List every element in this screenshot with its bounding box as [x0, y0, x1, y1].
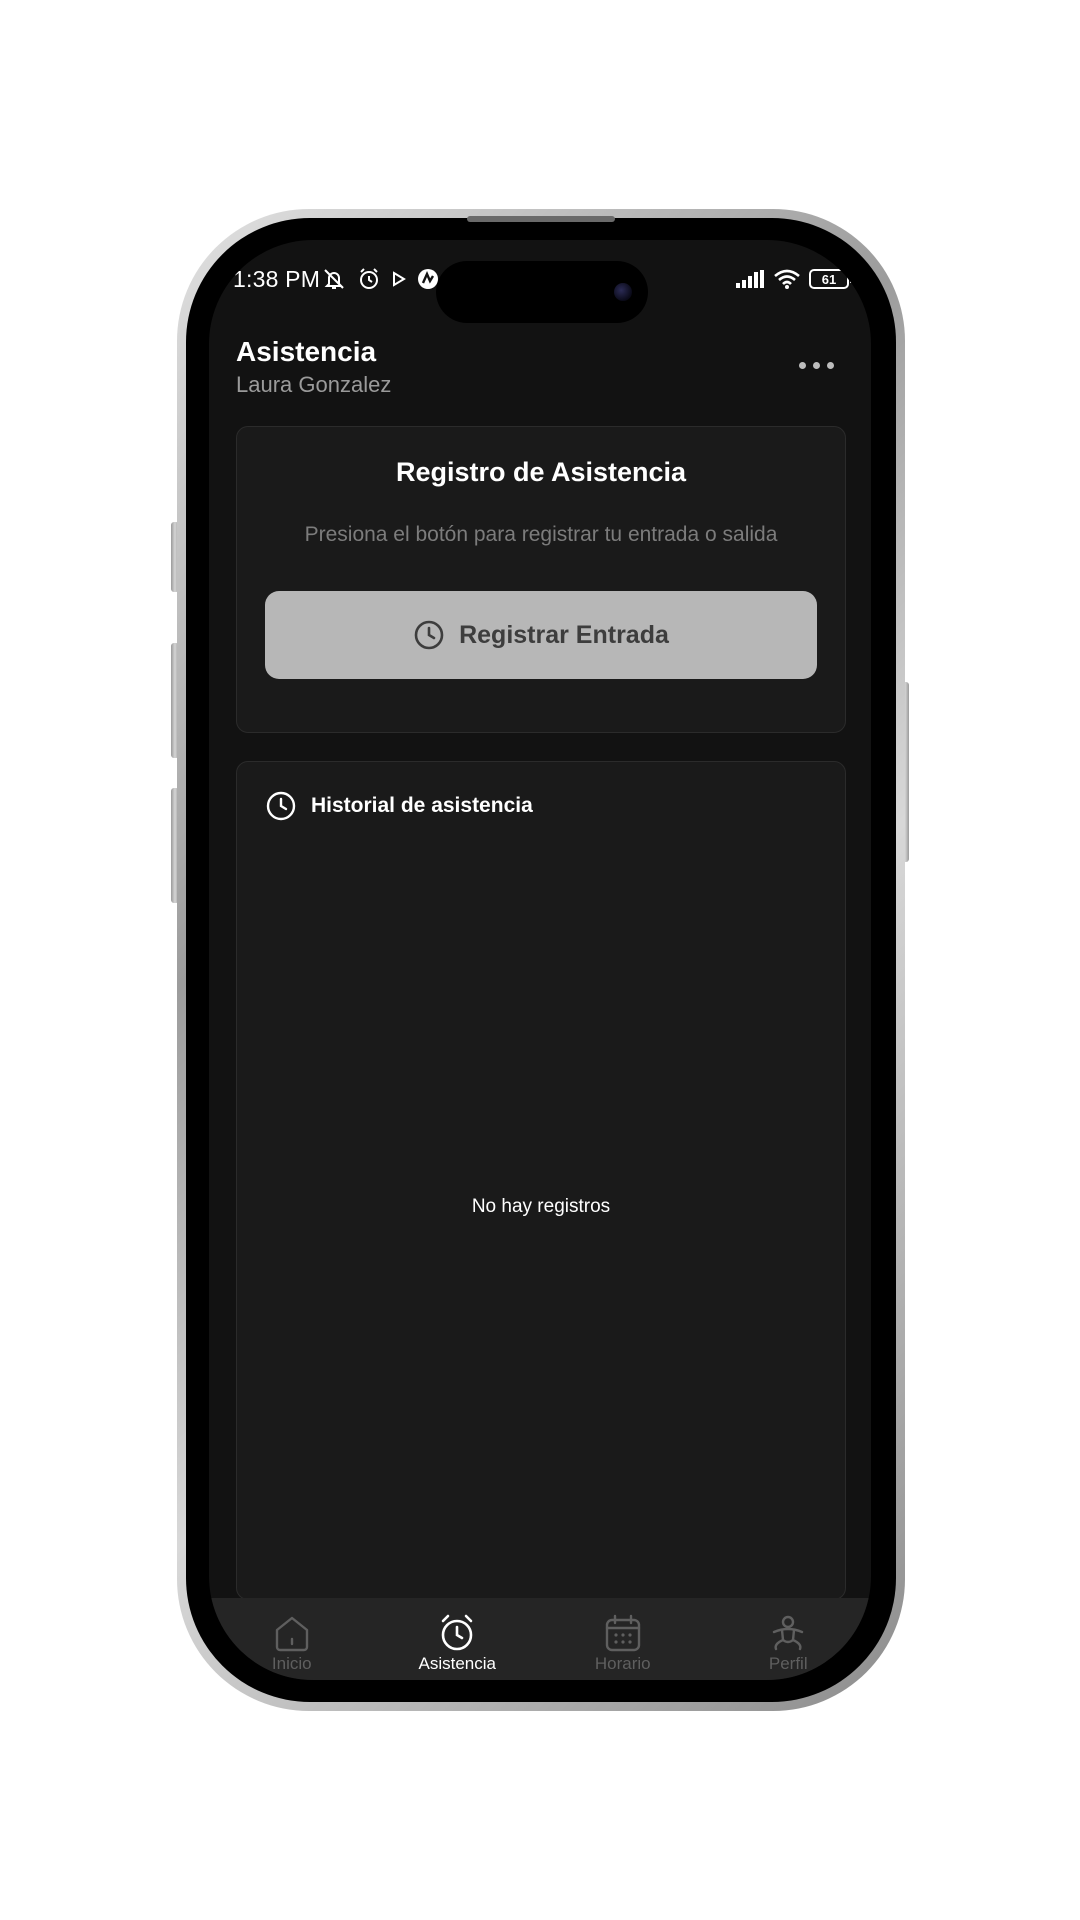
status-notification-icons	[321, 267, 439, 291]
person-icon	[773, 1615, 804, 1651]
page-title: Asistencia	[236, 336, 377, 367]
history-header: Historial de asistencia	[265, 790, 533, 822]
device-stage: 1:38 PM 61 Asistencia Laura Gonzalez Reg…	[0, 0, 1080, 1920]
signal-icon	[736, 270, 764, 288]
nav-label-asistencia: Asistencia	[418, 1654, 496, 1673]
register-card-description: Presiona el botón para registrar tu entr…	[304, 523, 778, 546]
app-screen: 1:38 PM 61 Asistencia Laura Gonzalez Reg…	[209, 240, 871, 1680]
clock-icon	[414, 620, 444, 650]
register-card-title: Registro de Asistencia	[395, 457, 687, 487]
calendar-icon	[605, 1614, 640, 1652]
more-options-button[interactable]	[791, 350, 841, 380]
nav-label-perfil: Perfil	[768, 1654, 808, 1673]
speaker-grille	[467, 216, 615, 222]
history-empty-message: No hay registros	[471, 1196, 611, 1217]
dynamic-island	[436, 261, 648, 323]
status-time: 1:38 PM	[233, 266, 321, 292]
wifi-icon	[774, 269, 800, 289]
more-horizontal-icon	[826, 361, 834, 369]
camera-lens	[614, 283, 632, 301]
play-icon	[393, 271, 406, 287]
alarm-clock-icon	[441, 1614, 473, 1651]
status-system-icons: 61	[735, 268, 853, 290]
history-title: Historial de asistencia	[311, 794, 533, 817]
nav-label-inicio: Inicio	[271, 1654, 312, 1673]
nav-item-asistencia[interactable]: Asistencia	[375, 1598, 541, 1680]
attendance-history-card: Historial de asistencia No hay registros	[236, 761, 846, 1600]
nav-item-inicio[interactable]: Inicio	[209, 1598, 375, 1680]
bell-off-icon	[324, 269, 344, 289]
battery-icon: 61	[809, 269, 853, 289]
more-horizontal-icon	[812, 361, 820, 369]
more-horizontal-icon	[798, 361, 806, 369]
clock-icon	[266, 791, 296, 821]
user-name: Laura Gonzalez	[236, 372, 392, 397]
register-entry-label: Registrar Entrada	[459, 620, 669, 649]
alarm-icon	[360, 268, 378, 289]
nav-label-horario: Horario	[594, 1654, 651, 1673]
register-entry-button[interactable]: Registrar Entrada	[265, 591, 817, 679]
attendance-register-card: Registro de Asistencia Presiona el botón…	[236, 426, 846, 733]
bottom-navigation: Inicio Asistencia Horario Perfil	[209, 1598, 871, 1680]
nav-item-horario[interactable]: Horario	[540, 1598, 706, 1680]
nav-item-perfil[interactable]: Perfil	[706, 1598, 872, 1680]
home-icon	[275, 1616, 308, 1652]
